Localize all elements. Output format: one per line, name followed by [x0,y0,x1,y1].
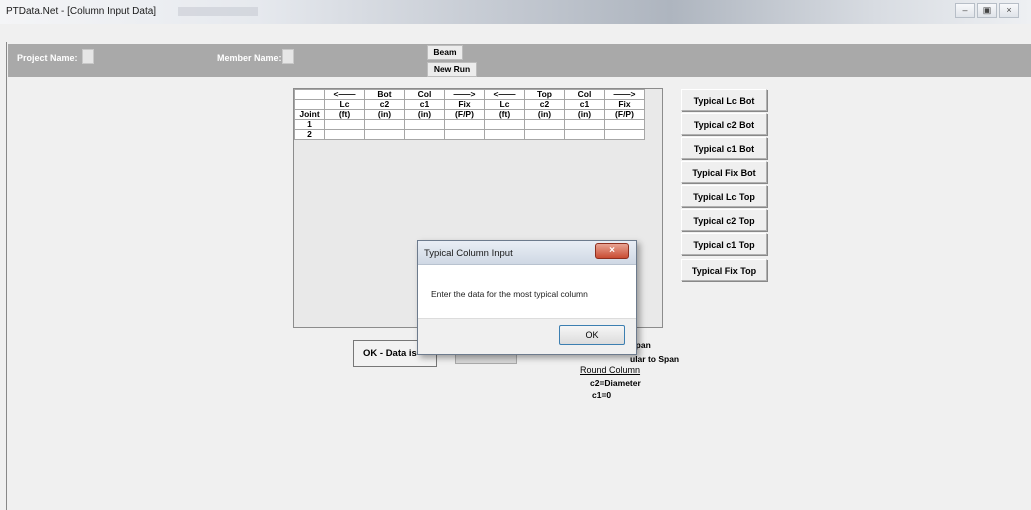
window-title: PTData.Net - [Column Input Data] [6,6,157,17]
grid-header-cell: Col [404,89,445,100]
joint-number: 1 [294,119,325,130]
header-band: Project Name: Member Name: Beam New Run [8,44,1031,77]
grid-header-cell: Lc [484,99,525,110]
grid-header-cell: (ft) [324,109,365,120]
grid-header-cell: Lc [324,99,365,110]
typical-column-dialog: Typical Column Input × Enter the data fo… [417,240,637,355]
grid-header-cell: <—— [484,89,525,100]
typical-c2-bot-button[interactable]: Typical c2 Bot [681,113,767,135]
typical-c1-bot-button[interactable]: Typical c1 Bot [681,137,767,159]
grid-header-cell [294,89,325,100]
grid-header-cell: Top [524,89,565,100]
grid-cell[interactable] [444,119,485,130]
window-titlebar: PTData.Net - [Column Input Data] – ▣ × [0,0,1031,24]
grid-cell[interactable] [364,119,405,130]
grid-header-cell: (ft) [484,109,525,120]
grid-cell[interactable] [324,129,365,140]
grid-cell[interactable] [604,119,645,130]
grid-cell[interactable] [324,119,365,130]
grid-header-cell: <—— [324,89,365,100]
grid-header-cell: c2 [364,99,405,110]
joint-number: 2 [294,129,325,140]
grid-cell[interactable] [564,129,605,140]
header-row-1: <—— Bot Col ——> <—— Top Col ——> [294,89,645,100]
grid-header-cell: c1 [404,99,445,110]
project-name-field[interactable] [82,49,94,64]
grid-header-cell: Joint [294,109,325,120]
grid-header-cell: Fix [604,99,645,110]
member-name-field[interactable] [282,49,294,64]
grid-cell[interactable] [524,119,565,130]
typical-c1-top-button[interactable]: Typical c1 Top [681,233,767,255]
title-ghost [178,7,258,16]
dialog-body: Enter the data for the most typical colu… [418,265,636,318]
grid-cell[interactable] [364,129,405,140]
c1-zero-note: c1=0 [592,390,612,400]
grid-header-cell: Fix [444,99,485,110]
member-name-label: Member Name: [217,53,282,63]
grid-header-cell: (F/P) [604,109,645,120]
c2-diameter-note: c2=Diameter [590,378,641,388]
grid-header-cell: Col [564,89,605,100]
perpendicular-note: ular to Span [630,354,680,364]
grid-cell[interactable] [524,129,565,140]
typical-fix-bot-button[interactable]: Typical Fix Bot [681,161,767,183]
grid-header-cell: ——> [604,89,645,100]
grid-cell[interactable] [604,129,645,140]
typical-lc-bot-button[interactable]: Typical Lc Bot [681,89,767,111]
close-button[interactable]: × [999,3,1019,18]
grid-cell[interactable] [564,119,605,130]
typical-lc-top-button[interactable]: Typical Lc Top [681,185,767,207]
grid-cell[interactable] [404,119,445,130]
grid-header-cell: ——> [444,89,485,100]
dialog-title: Typical Column Input [424,248,513,259]
header-row-3: Joint (ft) (in) (in) (F/P) (ft) (in) (in… [294,109,645,120]
restore-button[interactable]: ▣ [977,3,997,18]
grid-header-cell: (in) [364,109,405,120]
column-data-table: <—— Bot Col ——> <—— Top Col ——> Lc c2 c1… [294,89,645,140]
dialog-ok-button[interactable]: OK [559,325,625,345]
round-column-link[interactable]: Round Column [580,365,640,375]
grid-header-cell: c1 [564,99,605,110]
grid-header-cell: (F/P) [444,109,485,120]
table-row: 1 [294,119,645,130]
grid-header-cell: (in) [404,109,445,120]
dialog-footer: OK [418,318,636,354]
typical-fix-top-button[interactable]: Typical Fix Top [681,259,767,281]
minimize-button[interactable]: – [955,3,975,18]
grid-cell[interactable] [484,129,525,140]
dialog-close-button[interactable]: × [595,243,629,259]
grid-header-cell: (in) [524,109,565,120]
grid-cell[interactable] [444,129,485,140]
grid-header-cell [294,99,325,110]
new-run-button[interactable]: New Run [427,62,477,77]
typical-c2-top-button[interactable]: Typical c2 Top [681,209,767,231]
grid-header-cell: c2 [524,99,565,110]
table-row: 2 [294,129,645,140]
dialog-message: Enter the data for the most typical colu… [431,289,588,299]
project-name-label: Project Name: [17,53,78,63]
grid-header-cell: (in) [564,109,605,120]
header-row-2: Lc c2 c1 Fix Lc c2 c1 Fix [294,99,645,110]
grid-cell[interactable] [484,119,525,130]
dialog-titlebar: Typical Column Input × [418,241,636,265]
beam-button[interactable]: Beam [427,45,463,60]
grid-cell[interactable] [404,129,445,140]
grid-header-cell: Bot [364,89,405,100]
window-controls: – ▣ × [955,3,1019,18]
